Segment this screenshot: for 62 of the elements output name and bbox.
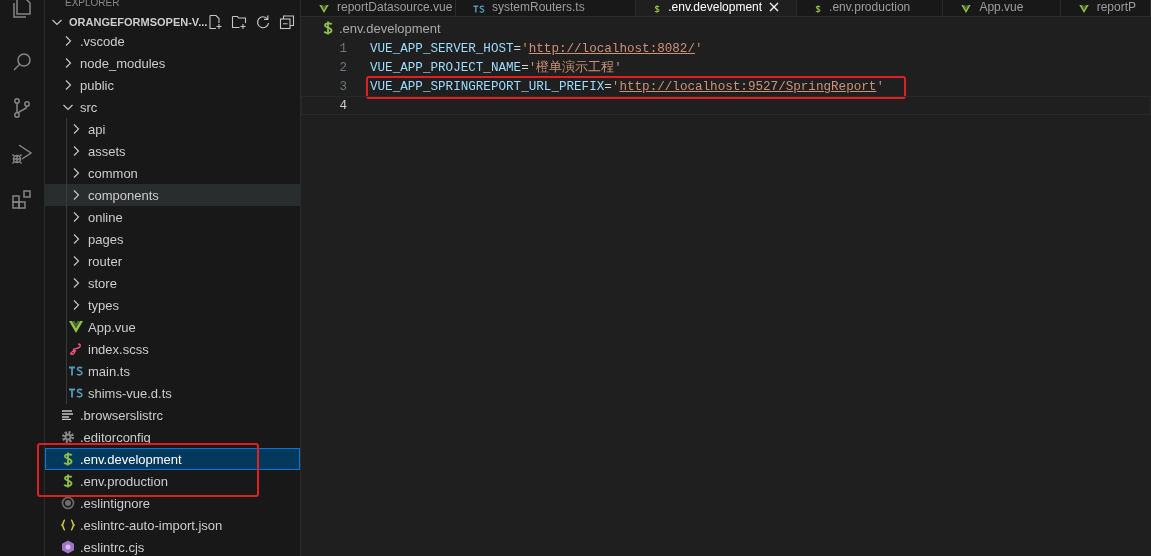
breadcrumb-item[interactable]: .env.development (339, 20, 441, 36)
new-file-icon[interactable] (207, 14, 224, 30)
folder-item[interactable]: types (45, 294, 300, 316)
file-item[interactable]: index.scss (45, 338, 300, 360)
folder-item[interactable]: common (45, 162, 300, 184)
run-debug-icon[interactable] (10, 142, 34, 166)
folder-item[interactable]: store (45, 272, 300, 294)
lines-icon (62, 410, 74, 420)
file-item[interactable]: .browserslistrc (45, 404, 300, 426)
file-item[interactable]: .editorconfig (45, 426, 300, 448)
folder-item[interactable]: components (45, 184, 300, 206)
refresh-icon[interactable] (255, 14, 272, 30)
folder-item[interactable]: public (45, 74, 300, 96)
editor-tab[interactable]: .env.development (636, 0, 798, 16)
folder-item[interactable]: pages (45, 228, 300, 250)
circle-icon (61, 496, 75, 510)
files-icon[interactable] (10, 0, 34, 20)
file-item[interactable]: .eslintrc-auto-import.json (45, 514, 300, 536)
folder-item[interactable]: router (45, 250, 300, 272)
dollar-icon (652, 5, 663, 13)
folder-item[interactable]: node_modules (45, 52, 300, 74)
folder-item[interactable]: assets (45, 140, 300, 162)
collapse-all-icon[interactable] (279, 14, 296, 30)
line-number: 3 (338, 79, 348, 94)
ts-icon (472, 5, 486, 13)
braces-icon (61, 519, 75, 531)
new-folder-icon[interactable] (231, 14, 248, 30)
code-line: VUE_APP_PROJECT_NAME='橙单演示工程' (370, 59, 622, 76)
folder-item[interactable]: api (45, 118, 300, 140)
hexagon-icon (61, 540, 75, 554)
vue-logo-icon (69, 321, 83, 333)
file-item[interactable]: main.ts (45, 360, 300, 382)
gear-icon (61, 430, 75, 444)
vue-logo-icon (317, 5, 331, 13)
dollar-icon (63, 452, 73, 466)
code-line: VUE_APP_SERVER_HOST='http://localhost:8082/' (370, 41, 703, 56)
editor-tab[interactable]: .env.production (797, 0, 944, 16)
extensions-icon[interactable] (10, 188, 34, 212)
file-item[interactable]: App.vue (45, 316, 300, 338)
line-number: 2 (338, 60, 348, 75)
line-number: 4 (338, 98, 348, 113)
folder-item[interactable]: .vscode (45, 30, 300, 52)
ts-icon (69, 366, 83, 376)
line-number: 1 (338, 41, 348, 56)
file-item[interactable]: .env.development (45, 448, 300, 470)
folder-item[interactable]: online (45, 206, 300, 228)
folder-item[interactable]: src (45, 96, 300, 118)
file-item[interactable]: .eslintignore (45, 492, 300, 514)
close-icon[interactable] (768, 1, 781, 13)
dollar-icon (813, 5, 824, 13)
sass-icon (70, 342, 82, 356)
project-folder[interactable]: ORANGEFORMSOPEN-V... (45, 14, 300, 30)
ts-icon (69, 388, 83, 398)
dollar-icon (63, 474, 73, 488)
file-item[interactable]: .eslintrc.cjs (45, 536, 300, 556)
editor-tab[interactable]: reportP (1060, 0, 1151, 16)
file-item[interactable]: .env.production (45, 470, 300, 492)
file-item[interactable]: shims-vue.d.ts (45, 382, 300, 404)
editor-tab[interactable]: reportDatasource.vue (301, 0, 456, 16)
code-line: VUE_APP_SPRINGREPORT_URL_PREFIX='http://localhost:9527/SpringReport' (370, 79, 884, 94)
editor-tab[interactable]: App.vue (943, 0, 1061, 16)
dollar-icon (323, 21, 333, 35)
